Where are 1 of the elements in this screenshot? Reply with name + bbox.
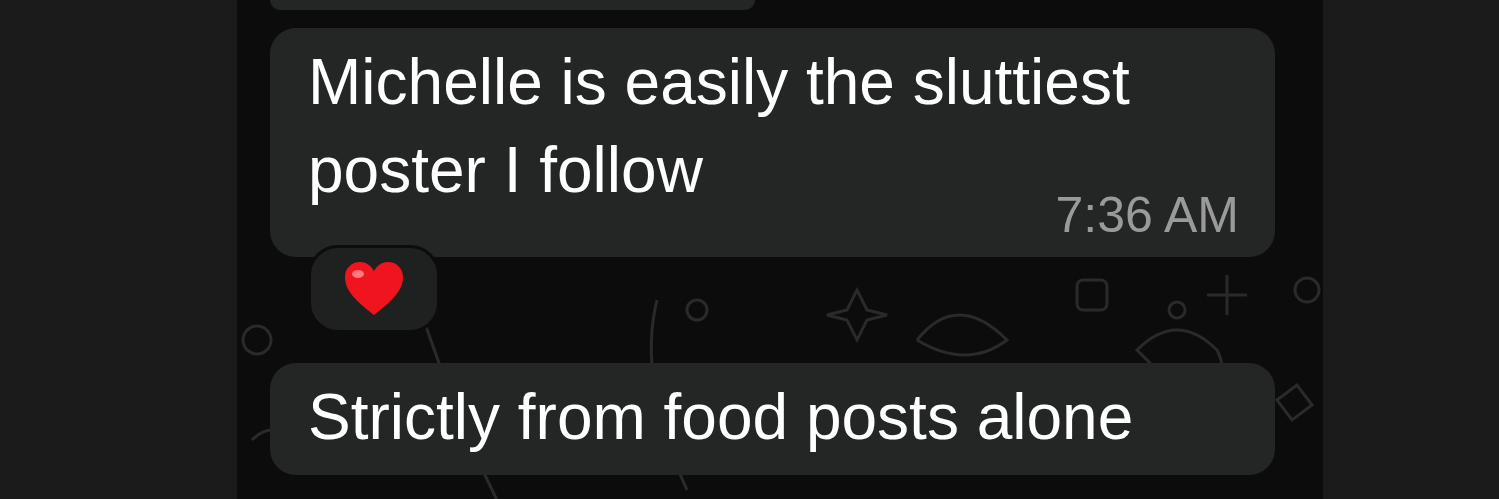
message-text: Strictly from food posts alone xyxy=(308,381,1134,453)
